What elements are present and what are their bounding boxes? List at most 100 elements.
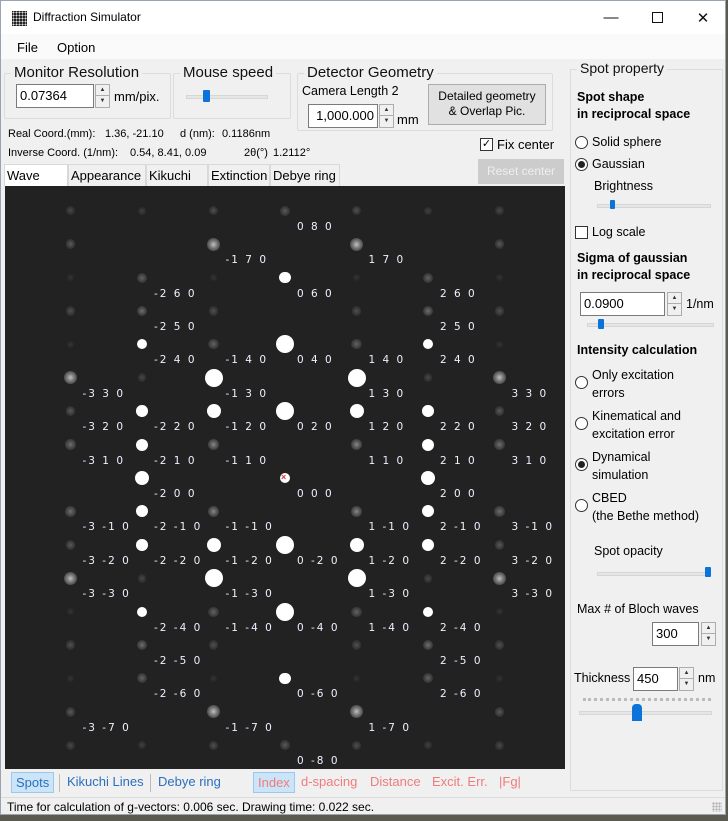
diffraction-spot xyxy=(137,573,147,583)
spin-up-icon[interactable]: ▲ xyxy=(680,668,693,679)
tab-kikuchi[interactable]: Kikuchi xyxy=(146,164,208,186)
spin-down-icon[interactable]: ▼ xyxy=(96,96,109,107)
bloch-waves-spinner[interactable]: ▲ ▼ xyxy=(701,622,716,646)
mouse-speed-track[interactable] xyxy=(186,95,268,99)
spot-index-label: -2 -4 0 xyxy=(154,621,203,634)
spin-up-icon[interactable]: ▲ xyxy=(702,623,715,634)
distance-label-toggle[interactable]: Distance xyxy=(366,772,425,793)
detector-geometry-group: Detector Geometry Camera Length 2 1,000.… xyxy=(297,64,553,131)
thickness-track[interactable] xyxy=(579,711,712,715)
diffraction-spot xyxy=(349,404,364,419)
spot-index-label: 2 5 0 xyxy=(440,321,477,333)
spot-index-label: 0 2 0 xyxy=(297,421,334,434)
diffraction-spot xyxy=(494,506,505,517)
tab-extinction[interactable]: Extinction xyxy=(208,164,270,186)
spot-opacity-track[interactable] xyxy=(597,572,711,576)
gaussian-radio[interactable] xyxy=(575,158,588,171)
spin-down-icon[interactable]: ▼ xyxy=(680,679,693,690)
spot-property-label: Spot property xyxy=(577,60,668,76)
diffraction-spot xyxy=(276,335,294,354)
log-scale-label: Log scale xyxy=(592,225,646,239)
monitor-resolution-spinner[interactable]: ▲ ▼ xyxy=(95,84,110,108)
diffraction-spot xyxy=(65,640,76,650)
spot-index-label: 3 2 0 xyxy=(511,421,549,434)
menu-file[interactable]: File xyxy=(17,40,38,55)
debye-ring-toggle[interactable]: Debye ring xyxy=(154,772,225,793)
diffraction-spot xyxy=(206,237,221,251)
camera-length-spinner[interactable]: ▲ ▼ xyxy=(379,104,394,128)
spin-up-icon[interactable]: ▲ xyxy=(96,85,109,96)
diffraction-spot xyxy=(494,706,505,717)
cbed-radio[interactable] xyxy=(575,499,588,512)
spot-index-label: 2 -6 0 xyxy=(440,688,483,701)
spot-index-label: -1 3 0 xyxy=(225,387,269,400)
spin-up-icon[interactable]: ▲ xyxy=(668,293,681,304)
log-scale-checkbox[interactable] xyxy=(575,226,588,239)
diffraction-spot xyxy=(422,405,434,418)
index-label-toggle[interactable]: Index xyxy=(253,772,295,793)
thickness-slider[interactable] xyxy=(632,704,642,721)
d-spacing-label-toggle[interactable]: d-spacing xyxy=(297,772,361,793)
solid-sphere-radio[interactable] xyxy=(575,136,588,149)
diffraction-spot xyxy=(207,438,220,451)
spin-down-icon[interactable]: ▼ xyxy=(702,634,715,645)
diffraction-spot xyxy=(65,539,76,550)
diffraction-spot xyxy=(352,273,361,282)
diffraction-spot xyxy=(136,538,148,551)
spot-shape-heading: Spot shape in reciprocal space xyxy=(577,90,691,121)
diffraction-spot xyxy=(136,438,148,451)
kinematical-radio[interactable] xyxy=(575,417,588,430)
menu-option[interactable]: Option xyxy=(57,40,95,55)
excitation-error-label-toggle[interactable]: Excit. Err. xyxy=(428,772,492,793)
fg-label-toggle[interactable]: |Fg| xyxy=(495,772,525,793)
mouse-speed-slider[interactable] xyxy=(203,90,210,102)
reset-center-button[interactable]: Reset center xyxy=(478,159,564,184)
thickness-spinner[interactable]: ▲ ▼ xyxy=(679,667,694,691)
sigma-track[interactable] xyxy=(587,323,714,327)
monitor-resolution-input[interactable]: 0.07364 xyxy=(16,84,94,108)
resize-grip-icon[interactable] xyxy=(712,802,722,812)
diffraction-pattern-canvas[interactable]: × 0 8 0 -1 7 0 1 7 0 0 6 0 -2 6 0 2 6 0 -2 5 0 2… xyxy=(5,186,565,769)
diffraction-spot xyxy=(136,272,148,283)
fix-center-checkbox[interactable]: ✓ xyxy=(480,138,493,151)
dynamical-radio[interactable] xyxy=(575,458,588,471)
minimize-button[interactable]: — xyxy=(588,1,634,34)
thickness-input[interactable]: 450 xyxy=(633,667,678,691)
diffraction-spot xyxy=(494,439,505,450)
sigma-spinner[interactable]: ▲ ▼ xyxy=(667,292,682,316)
spin-down-icon[interactable]: ▼ xyxy=(668,304,681,315)
spot-index-label: -2 2 0 xyxy=(154,421,197,434)
brightness-label: Brightness xyxy=(594,179,654,193)
detailed-geometry-button[interactable]: Detailed geometry & Overlap Pic. xyxy=(428,84,546,125)
spots-toggle[interactable]: Spots xyxy=(11,772,55,793)
tab-wave[interactable]: Wave xyxy=(4,164,68,186)
spot-index-label: 1 -4 0 xyxy=(368,621,412,634)
spot-index-label: 1 -7 0 xyxy=(368,721,412,734)
thickness-unit: nm xyxy=(698,671,716,685)
sigma-slider[interactable] xyxy=(598,319,604,329)
brightness-slider[interactable] xyxy=(610,200,615,209)
tab-debye-ring[interactable]: Debye ring xyxy=(270,164,340,186)
thickness-ticks xyxy=(583,698,711,701)
spot-opacity-slider[interactable] xyxy=(705,567,711,577)
close-button[interactable]: ✕ xyxy=(680,1,726,34)
bloch-waves-input[interactable]: 300 xyxy=(652,622,699,646)
bloch-waves-label: Max # of Bloch waves xyxy=(577,602,699,616)
diffraction-spot xyxy=(422,639,434,651)
camera-length-input[interactable]: 1,000.000 xyxy=(308,104,378,128)
spot-index-label: 0 -6 0 xyxy=(297,688,340,701)
diffraction-spot xyxy=(276,402,294,421)
diffraction-spot xyxy=(208,306,219,316)
tab-appearance[interactable]: Appearance xyxy=(68,164,146,186)
only-excitation-errors-radio[interactable] xyxy=(575,376,588,389)
sigma-input[interactable]: 0.0900 xyxy=(580,292,665,316)
diffraction-spot xyxy=(207,505,220,518)
maximize-button[interactable] xyxy=(634,1,680,34)
spot-index-label: 2 1 0 xyxy=(440,454,477,467)
spin-down-icon[interactable]: ▼ xyxy=(380,116,393,127)
spot-index-label: -1 4 0 xyxy=(225,354,269,367)
kikuchi-lines-toggle[interactable]: Kikuchi Lines xyxy=(63,772,148,793)
spot-index-label: 0 0 0 xyxy=(297,488,334,500)
diffraction-spot xyxy=(66,273,75,282)
spin-up-icon[interactable]: ▲ xyxy=(380,105,393,116)
